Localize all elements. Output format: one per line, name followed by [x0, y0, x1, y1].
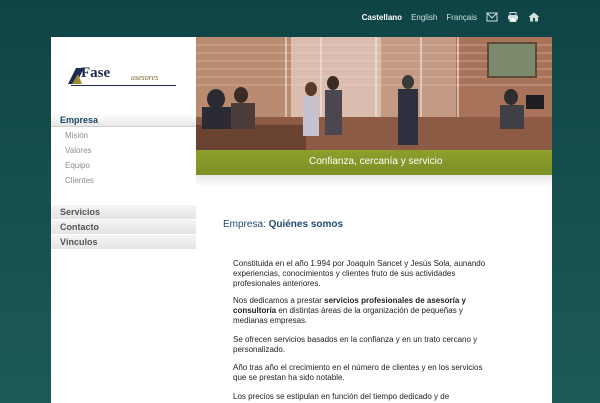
paragraph-1: Constituida en el año 1.994 por Joaquín … [233, 259, 486, 288]
paragraph-5: Los precios se estipulan en función del … [233, 392, 450, 401]
submenu-valores[interactable]: Valores [65, 146, 92, 155]
tagline-bar: Confianza, cercanía y servicio [196, 150, 552, 175]
menu-servicios[interactable]: Servicios [51, 205, 196, 219]
sidebar: Fase asesores Empresa Misión Valores Equ… [51, 37, 196, 403]
menu-empresa[interactable]: Empresa [51, 113, 196, 127]
paragraph-4: Año tras año el crecimiento en el número… [233, 363, 483, 382]
paragraph-2: Nos dedicamos a prestar servicios profes… [233, 296, 487, 326]
home-icon[interactable] [528, 12, 540, 22]
tagline-text: Confianza, cercanía y servicio [309, 156, 443, 167]
menu-contacto[interactable]: Contacto [51, 220, 196, 234]
banner-photo [196, 37, 552, 150]
page-heading: Quiénes somos [268, 219, 344, 230]
page-section-label: Empresa: [223, 219, 266, 230]
lang-castellano[interactable]: Castellano [362, 13, 402, 22]
page-title: Empresa: Quiénes somos [223, 219, 343, 230]
tagline-shadow [196, 175, 552, 187]
mail-icon[interactable] [486, 12, 498, 22]
submenu-clientes[interactable]: Clientes [65, 176, 94, 185]
logo-name: Fase [81, 65, 111, 81]
lang-english[interactable]: English [411, 13, 437, 22]
submenu-equipo[interactable]: Equipo [65, 161, 90, 170]
submenu-mision[interactable]: Misión [65, 131, 88, 140]
lang-francais[interactable]: Français [446, 13, 477, 22]
print-icon[interactable] [507, 12, 519, 22]
menu-vinculos[interactable]: Vínculos [51, 235, 196, 249]
logo-subtitle: asesores [131, 73, 159, 82]
language-bar: Castellano English Français [362, 12, 540, 22]
page-frame: Fase asesores Empresa Misión Valores Equ… [51, 37, 552, 403]
paragraph-3: Se ofrecen servicios basados en la confi… [233, 335, 478, 354]
logo-rule [71, 85, 176, 86]
paragraph-2-pre: Nos dedicamos a prestar [233, 296, 325, 305]
